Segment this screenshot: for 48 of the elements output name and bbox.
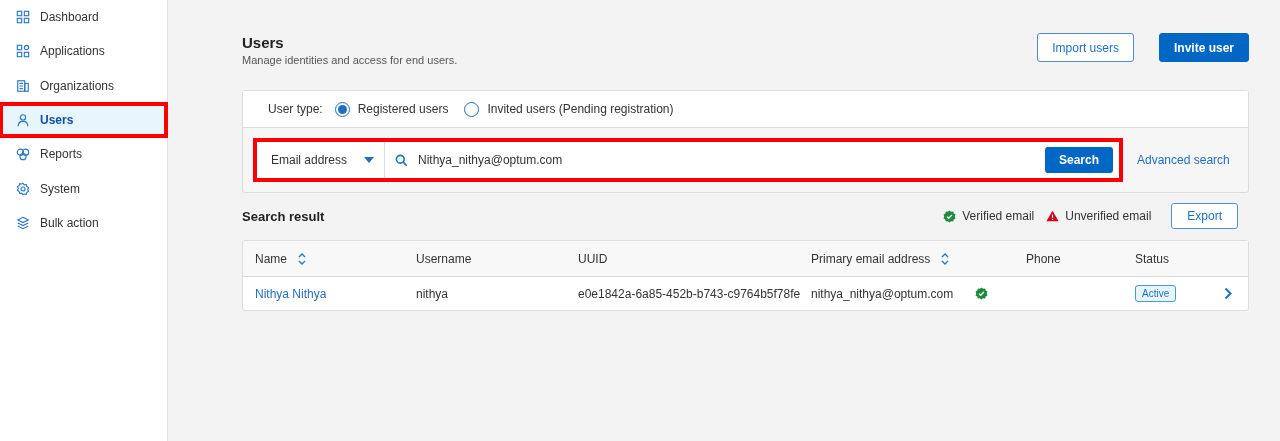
sidebar-item[interactable]: Bulk action (0, 205, 167, 241)
radio-button[interactable] (334, 101, 350, 117)
column-header: Username (416, 251, 472, 266)
table-cell-text: nithya (416, 286, 450, 301)
dashboard-icon (16, 10, 30, 25)
radio-label: Registered users (357, 102, 449, 116)
search-icon (395, 153, 408, 167)
warning-icon (1046, 210, 1060, 222)
sidebar-item[interactable]: Applications (0, 34, 167, 69)
caret-icon (364, 157, 374, 163)
user-icon (16, 113, 30, 128)
reports-icon (16, 147, 30, 162)
invite-button[interactable]: Invite user (1158, 33, 1249, 62)
status-badge: Active (1135, 285, 1177, 302)
export-button[interactable]: Export (1171, 203, 1238, 229)
advanced-search-link[interactable]: Advanced search (1137, 153, 1230, 167)
column-header: Name (255, 251, 287, 266)
column-header: UUID (578, 251, 608, 266)
user-name-link[interactable]: Nithya Nithya (255, 286, 416, 301)
page-title: Users (242, 34, 285, 51)
column-header: Primary email address (811, 251, 931, 266)
results-title: Search result (242, 208, 326, 224)
verified-icon (943, 209, 957, 223)
sidebar-item[interactable]: Organizations (0, 68, 167, 103)
sidebar-item[interactable]: Dashboard (0, 0, 167, 35)
column-header: Status (1135, 251, 1170, 266)
legend-label: Verified email (962, 209, 1035, 223)
page-subtitle: Manage identities and access for end users. (242, 54, 458, 66)
settings-icon (16, 181, 30, 196)
radio-button[interactable] (464, 101, 480, 117)
table-cell-text: e0e1842a-6a85-452b-b743-c9764b5f78fe (578, 286, 802, 301)
apps-icon (16, 44, 30, 59)
sort-icon[interactable] (297, 251, 307, 266)
layers-icon (16, 215, 30, 230)
column-header: Phone (1026, 251, 1061, 266)
user-type-label: User type: (268, 102, 323, 116)
sort-icon[interactable] (940, 251, 951, 266)
verified-icon (975, 287, 988, 300)
radio-label: Invited users (Pending registration) (487, 102, 674, 116)
legend-label: Unverified email (1065, 209, 1152, 223)
search-button[interactable]: Search (1044, 147, 1113, 173)
import-button[interactable]: Import users (1037, 33, 1134, 62)
sidebar-item[interactable]: Users (0, 102, 167, 138)
sidebar-item[interactable]: Reports (0, 137, 167, 172)
table-cell-text: nithya_nithya@optum.com (811, 286, 955, 301)
chevron-right-icon[interactable] (1224, 287, 1232, 300)
sidebar-item[interactable]: System (0, 171, 167, 206)
building-icon (16, 78, 30, 93)
